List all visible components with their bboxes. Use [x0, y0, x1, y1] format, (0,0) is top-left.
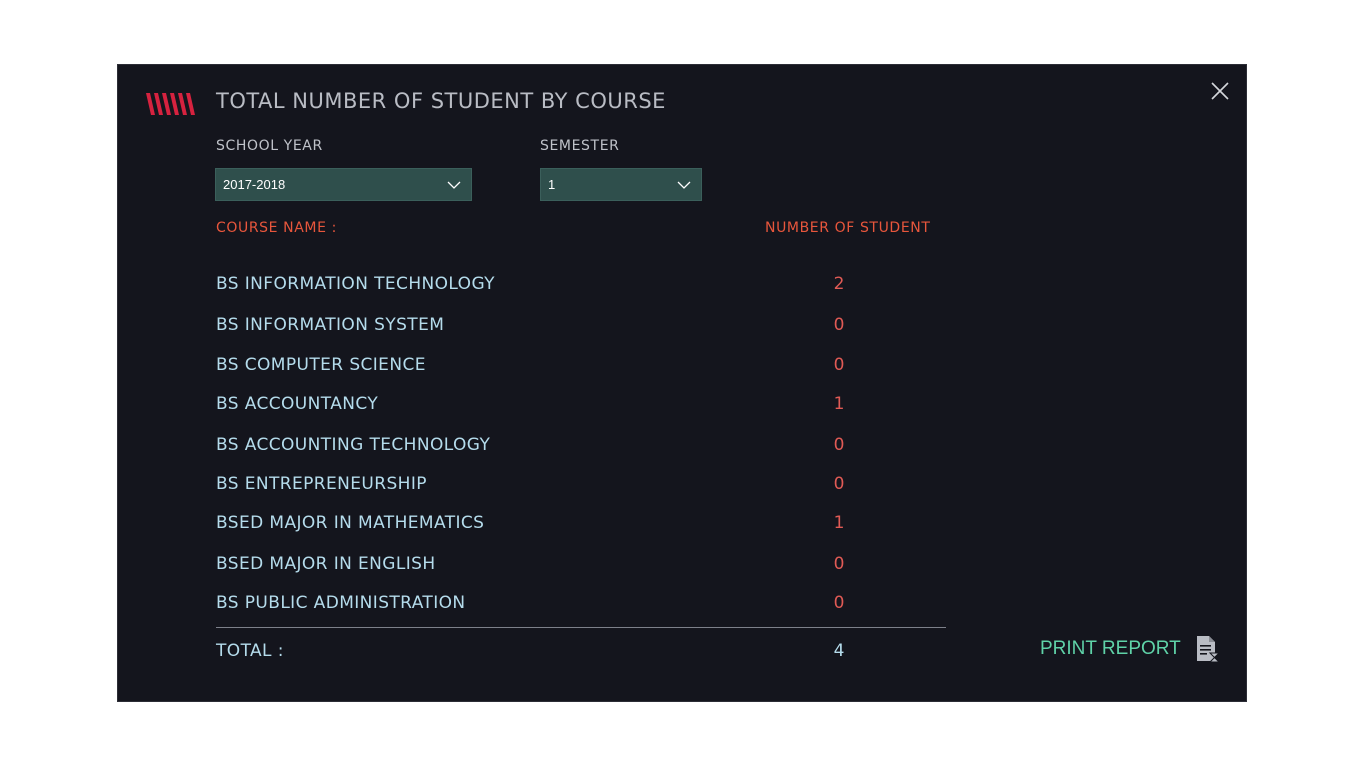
course-name: BS ENTREPRENEURSHIP — [216, 474, 427, 494]
course-count: 0 — [833, 554, 845, 574]
course-name: BS COMPUTER SCIENCE — [216, 355, 426, 375]
close-icon[interactable] — [1210, 81, 1230, 101]
course-name: BS ACCOUNTING TECHNOLOGY — [216, 435, 491, 455]
print-report-button[interactable]: PRINT REPORT — [1040, 631, 1221, 667]
print-report-label: PRINT REPORT — [1040, 638, 1181, 659]
stripes-logo-icon — [146, 93, 195, 115]
total-value: 4 — [833, 641, 845, 661]
chevron-down-icon — [677, 181, 691, 189]
total-divider — [216, 627, 946, 628]
report-document-icon — [1196, 636, 1220, 663]
course-name: BS ACCOUNTANCY — [216, 394, 379, 414]
course-count: 0 — [833, 315, 845, 335]
dialog-title: TOTAL NUMBER OF STUDENT BY COURSE — [216, 89, 666, 113]
course-count: 2 — [833, 274, 845, 294]
course-name: BS PUBLIC ADMINISTRATION — [216, 593, 466, 613]
course-name: BSED MAJOR IN MATHEMATICS — [216, 513, 485, 533]
course-count: 0 — [833, 435, 845, 455]
course-name: BS INFORMATION TECHNOLOGY — [216, 274, 495, 294]
course-count: 1 — [833, 513, 845, 533]
school-year-select[interactable]: 2017-2018 — [215, 168, 472, 201]
semester-value: 1 — [548, 177, 556, 192]
school-year-label: SCHOOL YEAR — [216, 138, 323, 154]
course-count: 0 — [833, 593, 845, 613]
chevron-down-icon — [447, 181, 461, 189]
number-of-student-header: NUMBER OF STUDENT — [765, 220, 931, 236]
report-dialog: TOTAL NUMBER OF STUDENT BY COURSE SCHOOL… — [117, 64, 1247, 702]
course-count: 0 — [833, 474, 845, 494]
course-count: 1 — [833, 394, 845, 414]
course-name: BSED MAJOR IN ENGLISH — [216, 554, 436, 574]
course-name-header: COURSE NAME : — [216, 220, 337, 236]
semester-label: SEMESTER — [540, 138, 620, 154]
course-count: 0 — [833, 355, 845, 375]
course-name: BS INFORMATION SYSTEM — [216, 315, 445, 335]
total-label: TOTAL : — [216, 641, 284, 661]
school-year-value: 2017-2018 — [223, 177, 286, 192]
semester-select[interactable]: 1 — [540, 168, 702, 201]
